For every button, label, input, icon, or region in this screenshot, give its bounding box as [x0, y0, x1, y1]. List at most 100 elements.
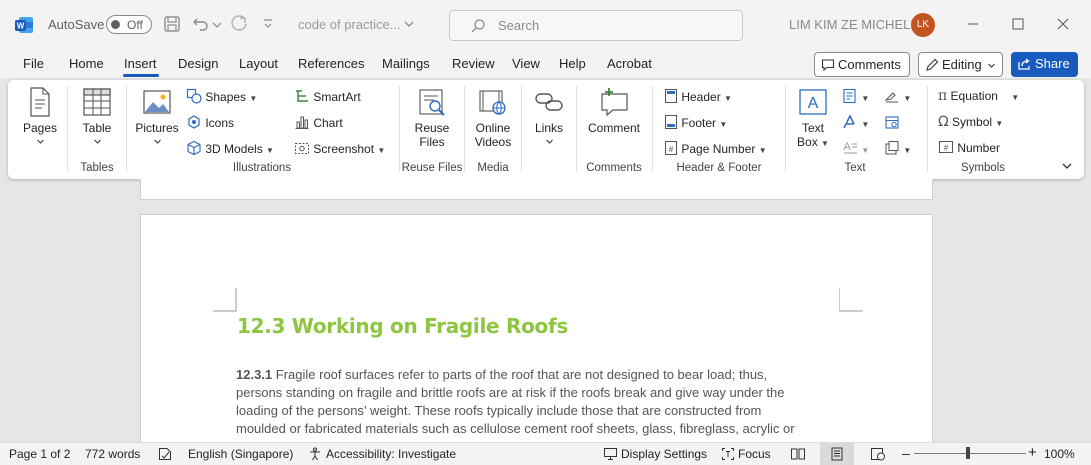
display-settings[interactable]: Display Settings — [621, 447, 707, 461]
customize-toolbar-icon[interactable] — [261, 14, 275, 34]
links-button[interactable]: Links — [528, 86, 570, 149]
chevron-down-icon — [988, 63, 995, 68]
undo-icon[interactable] — [191, 14, 211, 34]
pictures-button[interactable]: Pictures — [134, 86, 180, 149]
minimize-icon[interactable] — [963, 14, 983, 34]
tab-mailings[interactable]: Mailings — [382, 56, 430, 71]
tab-acrobat[interactable]: Acrobat — [607, 56, 652, 71]
3d-models-button[interactable]: 3D Models ▼ — [186, 140, 274, 156]
document-title[interactable]: code of practice... — [298, 17, 401, 32]
reuse-files-button[interactable]: Reuse Files — [408, 86, 456, 149]
chart-label: Chart — [313, 116, 343, 130]
comment-icon — [821, 59, 835, 72]
table-button[interactable]: Table — [76, 86, 118, 149]
text-box-button[interactable]: A Text Box ▼ — [792, 86, 834, 149]
undo-dropdown-icon[interactable] — [210, 14, 224, 34]
search-box[interactable]: Search — [449, 10, 743, 41]
word-count[interactable]: 772 words — [85, 447, 140, 461]
save-icon[interactable] — [162, 14, 182, 34]
zoom-out-icon[interactable]: – — [902, 445, 910, 461]
pages-button[interactable]: Pages — [20, 86, 60, 149]
link-icon — [535, 93, 563, 111]
proofing-icon[interactable] — [158, 447, 172, 461]
header-button[interactable]: Header ▼ — [664, 88, 732, 104]
tab-help[interactable]: Help — [559, 56, 586, 71]
chevron-down-icon: ▼ — [1011, 93, 1020, 102]
paragraph-line: persons standing on fragile and brittle … — [236, 385, 785, 400]
zoom-in-icon[interactable]: + — [1028, 444, 1037, 461]
zoom-slider-track[interactable] — [914, 453, 1026, 454]
pictures-label: Pictures — [135, 121, 179, 135]
number-label: Number — [957, 141, 1001, 155]
symbols-group-label: Symbols — [960, 162, 1006, 174]
signature-line-button[interactable]: ▼ — [884, 88, 911, 104]
links-label: Links — [534, 121, 563, 135]
quick-parts-button[interactable]: ▼ — [842, 88, 869, 104]
redo-icon[interactable] — [229, 14, 249, 34]
calendar-icon — [885, 116, 899, 129]
quick-parts-icon — [843, 88, 856, 104]
shapes-button[interactable]: Shapes ▼ — [186, 88, 257, 104]
maximize-icon[interactable] — [1008, 14, 1028, 34]
tab-file[interactable]: File — [23, 56, 44, 71]
media-group-label: Media — [477, 162, 509, 174]
date-time-button[interactable] — [884, 114, 900, 130]
user-name[interactable]: LIM KIM ZE MICHELL — [789, 17, 918, 32]
tab-review[interactable]: Review — [452, 56, 495, 71]
separator — [785, 86, 786, 172]
screenshot-label: Screenshot — [313, 142, 375, 156]
avatar[interactable]: LK — [911, 13, 935, 37]
tab-references[interactable]: References — [298, 56, 364, 71]
read-mode-icon[interactable] — [790, 447, 806, 461]
page-number-button[interactable]: # Page Number ▼ — [664, 140, 767, 156]
icons-button[interactable]: Icons — [186, 114, 234, 130]
accessibility-status[interactable]: Accessibility: Investigate — [326, 447, 456, 461]
screenshot-button[interactable]: Screenshot ▼ — [294, 140, 385, 156]
tab-view[interactable]: View — [512, 56, 540, 71]
smartart-icon — [296, 90, 308, 102]
shapes-label: Shapes — [205, 90, 247, 104]
wordart-button[interactable]: ▼ — [842, 114, 869, 130]
symbol-button[interactable]: Ω Symbol ▼ — [938, 114, 1003, 130]
editing-mode-button[interactable]: Editing — [918, 52, 1003, 77]
chart-button[interactable]: Chart — [294, 114, 343, 130]
autosave-toggle[interactable]: Off — [106, 15, 152, 34]
object-button[interactable]: ▼ — [884, 140, 911, 156]
chevron-down-icon[interactable] — [402, 17, 416, 31]
tab-layout[interactable]: Layout — [239, 56, 278, 71]
number-button[interactable]: # Number — [938, 140, 1000, 155]
page-count[interactable]: Page 1 of 2 — [9, 447, 70, 461]
collapse-ribbon-icon[interactable] — [1060, 159, 1074, 173]
zoom-slider-thumb[interactable] — [966, 447, 970, 459]
pages-label: Pages — [22, 121, 58, 135]
paragraph-line: loading of the persons’ weight. These ro… — [236, 403, 762, 418]
focus-mode[interactable]: Focus — [738, 447, 771, 461]
equation-button[interactable]: π Equation ▼ — [938, 88, 1019, 104]
close-icon[interactable] — [1053, 14, 1073, 34]
language[interactable]: English (Singapore) — [188, 447, 293, 461]
drop-cap-button[interactable]: A ▼ — [842, 140, 869, 156]
zoom-level[interactable]: 100% — [1044, 447, 1075, 461]
new-comment-button[interactable]: Comment — [584, 86, 644, 135]
reuse-files-icon — [419, 89, 445, 116]
tab-home[interactable]: Home — [69, 56, 104, 71]
smartart-button[interactable]: SmartArt — [294, 88, 361, 104]
toggle-knob — [111, 20, 120, 29]
comments-label: Comments — [838, 57, 901, 72]
separator — [67, 86, 68, 172]
separator — [927, 86, 928, 172]
comments-button[interactable]: Comments — [814, 52, 910, 77]
chevron-down-icon: ▼ — [903, 94, 912, 103]
tab-insert[interactable]: Insert — [124, 56, 157, 71]
word-logo-icon: W — [15, 17, 33, 33]
document-page[interactable]: 12.3 Working on Fragile Roofs 12.3.1 Fra… — [140, 214, 933, 442]
focus-icon — [722, 448, 734, 460]
print-layout-icon[interactable] — [830, 447, 844, 461]
footer-button[interactable]: Footer ▼ — [664, 114, 727, 130]
separator — [464, 86, 465, 172]
web-layout-icon[interactable] — [870, 447, 886, 461]
tab-design[interactable]: Design — [178, 56, 218, 71]
share-button[interactable]: Share — [1011, 52, 1078, 77]
cube-icon — [187, 140, 201, 156]
online-videos-button[interactable]: Online Videos — [470, 86, 516, 149]
